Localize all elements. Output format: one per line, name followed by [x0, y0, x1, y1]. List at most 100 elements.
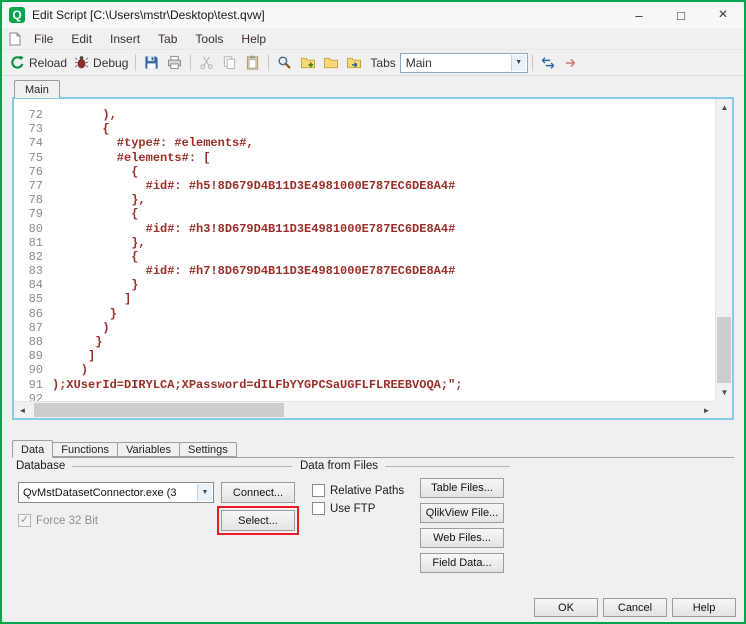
line-number: 81	[14, 236, 52, 250]
print-icon	[166, 55, 183, 71]
close-button[interactable]: ×	[702, 2, 744, 28]
force-32bit-checkbox: ✓	[18, 514, 31, 527]
line-number: 76	[14, 165, 52, 179]
connect-button[interactable]: Connect...	[221, 482, 295, 503]
debug-button[interactable]: Debug	[70, 53, 131, 73]
search-icon	[276, 55, 293, 71]
menu-edit[interactable]: Edit	[62, 29, 101, 49]
scrollbar-corner	[715, 401, 732, 418]
code-line: 82 {	[14, 250, 715, 264]
code-line: 91);XUserId=DIRYLCA;XPassword=dILFbYYGPC…	[14, 378, 715, 392]
qlikview-file-button[interactable]: QlikView File...	[420, 503, 504, 523]
menu-tab[interactable]: Tab	[149, 29, 186, 49]
database-connector-select[interactable]: QvMstDatasetConnector.exe (3 ▼	[18, 482, 214, 503]
code-text: },	[52, 193, 146, 207]
force-32bit-label: Force 32 Bit	[36, 515, 98, 527]
code-text: #elements#: [	[52, 151, 210, 165]
use-ftp-checkbox[interactable]	[312, 502, 325, 515]
tab-functions[interactable]: Functions	[52, 442, 118, 457]
code-text: #id#: #h3!8D679D4B11D3E4981000E787EC6DE8…	[52, 222, 455, 236]
code-text: ),	[52, 108, 117, 122]
code-line: 89 ]	[14, 349, 715, 363]
field-data-button[interactable]: Field Data...	[420, 553, 504, 573]
include-file-button[interactable]	[342, 53, 365, 73]
code-line: 80 #id#: #h3!8D679D4B11D3E4981000E787EC6…	[14, 222, 715, 236]
relative-paths-checkbox[interactable]	[312, 484, 325, 497]
code-text: {	[52, 207, 138, 221]
line-number: 79	[14, 207, 52, 221]
reload-button[interactable]: Reload	[6, 53, 70, 73]
database-group-header: Database	[16, 460, 292, 472]
line-number: 74	[14, 136, 52, 150]
promote-tab-button[interactable]	[537, 53, 560, 73]
scroll-up-icon[interactable]: ▲	[716, 99, 733, 116]
database-group-label: Database	[16, 460, 65, 472]
select-highlight-box: Select...	[217, 506, 299, 535]
code-line: 83 #id#: #h7!8D679D4B11D3E4981000E787EC6…	[14, 264, 715, 278]
code-line: 77 #id#: #h5!8D679D4B11D3E4981000E787EC6…	[14, 179, 715, 193]
code-text: #type#: #elements#,	[52, 136, 254, 150]
tab-settings[interactable]: Settings	[179, 442, 237, 457]
web-files-button[interactable]: Web Files...	[420, 528, 504, 548]
help-button[interactable]: Help	[672, 598, 736, 617]
scroll-right-icon[interactable]: ►	[698, 402, 715, 419]
menu-insert[interactable]: Insert	[101, 29, 149, 49]
relative-paths-row: Relative Paths	[312, 484, 404, 497]
table-files-button[interactable]: Table Files...	[420, 478, 504, 498]
code-text: }	[52, 278, 138, 292]
minimize-button[interactable]: –	[618, 2, 660, 28]
menu-tools[interactable]: Tools	[186, 29, 232, 49]
menu-help[interactable]: Help	[232, 29, 275, 49]
line-number: 80	[14, 222, 52, 236]
maximize-button[interactable]: □	[660, 2, 702, 28]
code-text: }	[52, 307, 117, 321]
line-number: 77	[14, 179, 52, 193]
code-line: 81 },	[14, 236, 715, 250]
tab-variables[interactable]: Variables	[117, 442, 180, 457]
line-number: 83	[14, 264, 52, 278]
chevron-down-icon[interactable]: ▼	[511, 55, 526, 71]
scroll-down-icon[interactable]: ▼	[716, 384, 733, 401]
copy-icon	[221, 55, 238, 71]
code-line: 90 )	[14, 363, 715, 377]
select-button[interactable]: Select...	[221, 510, 295, 531]
code-line: 92	[14, 392, 715, 401]
ok-button[interactable]: OK	[534, 598, 598, 617]
menu-file[interactable]: File	[25, 29, 62, 49]
line-number: 92	[14, 392, 52, 401]
toolbar-separator	[190, 54, 191, 71]
open-script-button[interactable]	[319, 53, 342, 73]
find-button[interactable]	[273, 53, 296, 73]
tabs-label: Tabs	[370, 56, 395, 70]
print-button[interactable]	[163, 53, 186, 73]
vertical-scrollbar[interactable]: ▲ ▼	[715, 99, 732, 401]
window-title: Edit Script [C:\Users\mstr\Desktop\test.…	[32, 8, 265, 22]
horizontal-scroll-thumb[interactable]	[34, 403, 284, 417]
folder-icon	[322, 55, 339, 71]
group-divider	[72, 466, 292, 467]
save-button[interactable]	[140, 53, 163, 73]
right-arrow-icon	[563, 55, 580, 71]
save-icon	[143, 55, 160, 71]
code-text: {	[52, 250, 138, 264]
insert-tab-button[interactable]	[296, 53, 319, 73]
line-number: 84	[14, 278, 52, 292]
line-number: 87	[14, 321, 52, 335]
line-number: 82	[14, 250, 52, 264]
scroll-left-icon[interactable]: ◄	[14, 402, 31, 419]
vertical-scroll-thumb[interactable]	[717, 317, 731, 383]
tab-data[interactable]: Data	[12, 440, 53, 458]
code-line: 74 #type#: #elements#,	[14, 136, 715, 150]
script-text-area[interactable]: 72 ), 73 { 74 #type#: #elements#, 75 #el…	[14, 99, 715, 401]
paste-button[interactable]	[241, 53, 264, 73]
tab-selector-value: Main	[406, 56, 432, 70]
line-number: 91	[14, 378, 52, 392]
tab-selector[interactable]: Main ▼	[400, 53, 528, 73]
window-controls: – □ ×	[618, 2, 744, 28]
tab-main[interactable]: Main	[14, 80, 60, 98]
chevron-down-icon[interactable]: ▼	[197, 484, 212, 501]
line-number: 90	[14, 363, 52, 377]
relative-paths-label: Relative Paths	[330, 485, 404, 497]
cancel-button[interactable]: Cancel	[603, 598, 667, 617]
horizontal-scrollbar[interactable]: ◄ ►	[14, 401, 715, 418]
